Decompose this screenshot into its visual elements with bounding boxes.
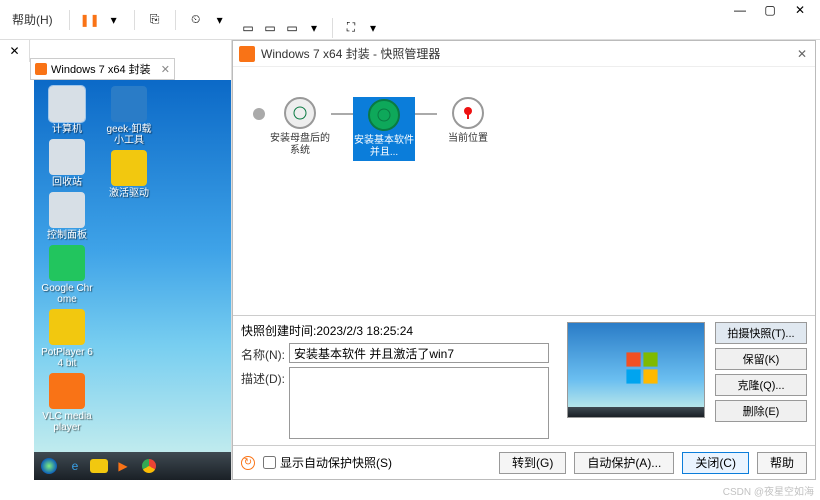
- icon-label: PotPlayer 64 bit: [40, 347, 94, 369]
- snapshot-node[interactable]: 当前位置: [437, 97, 499, 145]
- desktop-icon[interactable]: 激活驱动: [102, 150, 156, 199]
- snapshot-window-title: Windows 7 x64 封装 - 快照管理器: [261, 45, 440, 62]
- icon-image: [49, 245, 85, 281]
- icon-label: 计算机: [52, 124, 82, 135]
- help-menu[interactable]: 帮助(H): [8, 9, 57, 30]
- maximize-button[interactable]: ▢: [756, 0, 784, 20]
- send-keys-icon[interactable]: ⎘: [147, 12, 163, 28]
- keep-button[interactable]: 保留(K): [715, 348, 807, 370]
- delete-button[interactable]: 删除(E): [715, 400, 807, 422]
- taskbar-explorer[interactable]: [90, 459, 108, 473]
- snapshot-thumbnail: [567, 322, 705, 418]
- main-toolbar: 帮助(H) ❚❚ ▾ ⎘ ⏲ ▾ — ▢ ✕: [0, 0, 820, 40]
- checkbox-label: 显示自动保护快照(S): [280, 454, 392, 471]
- vm-desktop[interactable]: 计算机回收站控制面板 Google Chrome PotPlayer 64 bit V…: [34, 80, 231, 460]
- help-button[interactable]: 帮助: [757, 452, 807, 474]
- snapshot-node[interactable]: 安装基本软件 并且...: [353, 97, 415, 161]
- desc-label: 描述(D):: [241, 367, 285, 387]
- show-autoprotect-checkbox[interactable]: [263, 456, 276, 469]
- snapshot-name-input[interactable]: [289, 343, 549, 363]
- desktop-icon[interactable]: 计算机: [40, 86, 94, 135]
- pause-icon[interactable]: ❚❚: [82, 12, 98, 28]
- close-button[interactable]: ✕: [786, 0, 814, 20]
- taskbar[interactable]: e ▶: [34, 452, 231, 480]
- secondary-toolbar: ▭ ▭ ▭ ▾ ⛶ ▾: [232, 15, 389, 40]
- taskbar-chrome[interactable]: [138, 455, 160, 477]
- dropdown-icon[interactable]: ▾: [212, 12, 228, 28]
- tab-close-icon[interactable]: ✕: [161, 63, 170, 76]
- snapshot-node-label: 安装基本软件 并且...: [353, 135, 415, 159]
- icon-image: [49, 309, 85, 345]
- clone-button[interactable]: 克隆(Q)...: [715, 374, 807, 396]
- snapshot-create-time: 快照创建时间:2023/2/3 18:25:24: [241, 322, 557, 339]
- close-button[interactable]: 关闭(C): [682, 452, 749, 474]
- info-icon[interactable]: ↻: [241, 456, 255, 470]
- desktop-icon[interactable]: VLC media player: [40, 373, 94, 433]
- autoprotect-button[interactable]: 自动保护(A)...: [574, 452, 674, 474]
- desktop-icon[interactable]: Google Chrome: [40, 245, 94, 305]
- desktop-icon[interactable]: 控制面板: [40, 192, 94, 241]
- vm-icon: [35, 63, 47, 75]
- start-button[interactable]: [38, 455, 60, 477]
- icon-label: VLC media player: [40, 411, 94, 433]
- vm-tab-title: Windows 7 x64 封装: [51, 61, 157, 77]
- separator: [175, 10, 176, 30]
- minimize-button[interactable]: —: [726, 0, 754, 20]
- snapshot-node-label: 当前位置: [448, 133, 488, 145]
- icon-label: 激活驱动: [109, 188, 149, 199]
- view-icon[interactable]: ▭: [240, 20, 256, 36]
- snapshot-tree[interactable]: 安装母盘后的系统安装基本软件 并且... 当前位置: [233, 67, 815, 315]
- icon-image: [49, 192, 85, 228]
- icon-image: [49, 139, 85, 175]
- close-icon[interactable]: ✕: [793, 45, 811, 63]
- icon-label: 回收站: [52, 177, 82, 188]
- sidebar-close-icon[interactable]: ✕: [0, 40, 30, 62]
- snapshot-icon[interactable]: ⏲: [188, 12, 204, 28]
- taskbar-wmp[interactable]: ▶: [112, 455, 134, 477]
- take-snapshot-button[interactable]: 拍摄快照(T)...: [715, 322, 807, 344]
- icon-image: [111, 86, 147, 122]
- snapshot-desc-input[interactable]: [289, 367, 549, 439]
- desktop-icon[interactable]: geek-卸载小工具: [102, 86, 156, 146]
- name-label: 名称(N):: [241, 343, 285, 363]
- icon-label: 控制面板: [47, 230, 87, 241]
- separator: [69, 10, 70, 30]
- icon-image: [49, 86, 85, 122]
- snapshot-node[interactable]: 安装母盘后的系统: [269, 97, 331, 157]
- desktop-icon[interactable]: PotPlayer 64 bit: [40, 309, 94, 369]
- snapshot-icon: [368, 99, 400, 131]
- view-icon[interactable]: ▭: [284, 20, 300, 36]
- dropdown-icon[interactable]: ▾: [106, 12, 122, 28]
- desktop-icon[interactable]: 回收站: [40, 139, 94, 188]
- dropdown-icon[interactable]: ▾: [306, 20, 322, 36]
- pin-icon: [452, 97, 484, 129]
- icon-image: [49, 373, 85, 409]
- watermark: CSDN @夜星空如海: [723, 483, 814, 498]
- snapshot-manager-window: Windows 7 x64 封装 - 快照管理器 ✕ 安装母盘后的系统安装基本软…: [232, 40, 816, 480]
- icon-image: [111, 150, 147, 186]
- snapshot-titlebar: Windows 7 x64 封装 - 快照管理器 ✕: [233, 41, 815, 67]
- taskbar-ie[interactable]: e: [64, 455, 86, 477]
- left-pane: ✕ Windows 7 x64 封装 ✕ 计算机回收站控制面板 Google Ch…: [0, 40, 232, 480]
- dropdown-icon[interactable]: ▾: [365, 20, 381, 36]
- snapshot-footer: ↻ 显示自动保护快照(S) 转到(G) 自动保护(A)... 关闭(C) 帮助: [233, 445, 815, 479]
- app-icon: [239, 46, 255, 62]
- icon-label: Google Chrome: [40, 283, 94, 305]
- separator: [332, 18, 333, 38]
- view-icon[interactable]: ▭: [262, 20, 278, 36]
- separator: [134, 10, 135, 30]
- icon-label: geek-卸载小工具: [102, 124, 156, 146]
- snapshot-icon: [284, 97, 316, 129]
- vm-tab[interactable]: Windows 7 x64 封装 ✕: [30, 58, 175, 80]
- snapshot-detail-panel: 快照创建时间:2023/2/3 18:25:24 名称(N): 描述(D): 拍…: [233, 315, 815, 445]
- snapshot-node-label: 安装母盘后的系统: [269, 133, 331, 157]
- fullscreen-icon[interactable]: ⛶: [343, 20, 359, 36]
- goto-button[interactable]: 转到(G): [499, 452, 566, 474]
